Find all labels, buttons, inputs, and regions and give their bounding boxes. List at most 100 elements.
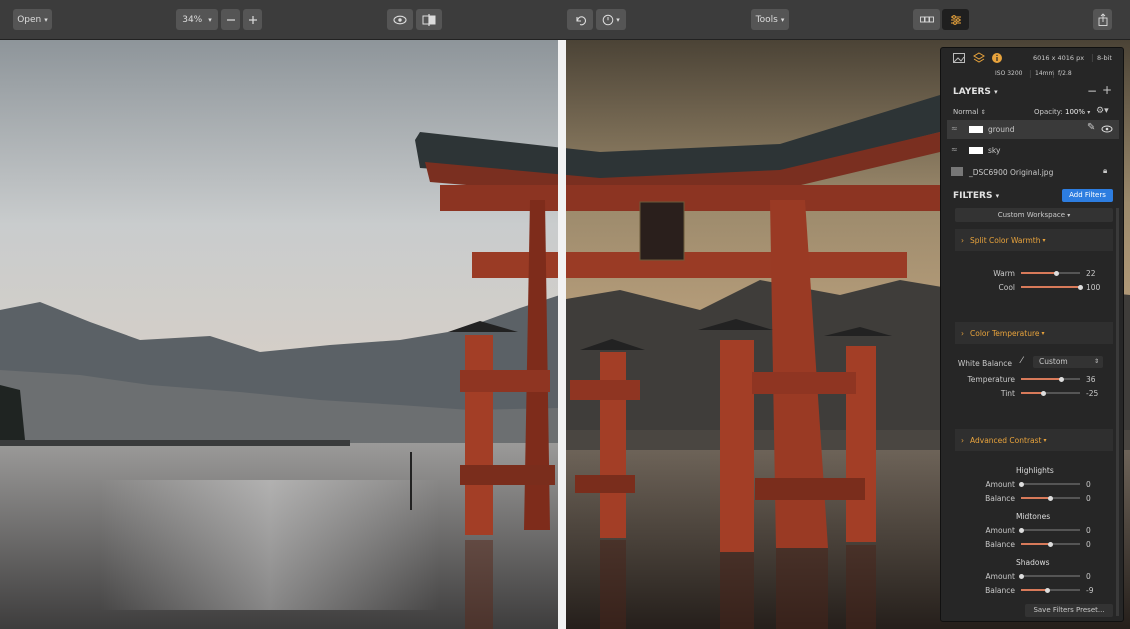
slider-value: 0 <box>1086 480 1091 489</box>
slider-knob[interactable] <box>1040 390 1046 396</box>
filter-split-color-warmth[interactable]: › Split Color Warmth ▾ <box>955 229 1113 251</box>
slider-value: 36 <box>1086 375 1096 384</box>
layer-row-sky[interactable]: ≈ sky <box>947 141 1119 160</box>
slider-label: Amount <box>985 572 1015 581</box>
slider-track[interactable] <box>1021 390 1080 396</box>
slider-knob[interactable] <box>1058 376 1064 382</box>
layers-icon[interactable] <box>973 52 985 64</box>
open-label: Open <box>17 14 42 25</box>
slider-label: Amount <box>985 480 1015 489</box>
panel-scrollbar[interactable] <box>1116 208 1119 616</box>
lock-icon: 🔒︎ <box>1103 166 1108 175</box>
opacity-value: 100% <box>1065 108 1086 116</box>
slider-track[interactable] <box>1021 541 1080 547</box>
white-balance-label: White Balance <box>957 359 1012 368</box>
slider-knob[interactable] <box>1045 587 1051 593</box>
slider-track[interactable] <box>1021 495 1080 501</box>
compare-divider[interactable] <box>558 40 566 629</box>
layers-title: LAYERS <box>953 87 991 97</box>
slider-track[interactable] <box>1018 527 1080 533</box>
share-button[interactable] <box>1093 9 1112 30</box>
slider-knob[interactable] <box>1077 284 1083 290</box>
bit-depth: 8-bit <box>1097 54 1112 62</box>
add-filters-button[interactable]: Add Filters <box>1062 189 1113 202</box>
aperture: f/2.8 <box>1058 70 1072 77</box>
slider-track[interactable] <box>1021 270 1080 276</box>
slider-value: 0 <box>1086 572 1091 581</box>
chevron-down-icon: ▾ <box>208 15 212 24</box>
workspace-select[interactable]: Custom Workspace ▾ <box>955 208 1113 222</box>
image-icon[interactable] <box>953 53 965 63</box>
layers-header[interactable]: LAYERS ▾ <box>953 87 998 97</box>
layer-adjust-icon: ≈ <box>951 145 958 154</box>
zoom-dropdown[interactable]: 34% ▾ <box>176 9 218 30</box>
layer-row-ground[interactable]: ≈ ground ✎ <box>947 120 1119 139</box>
browser-view-button[interactable] <box>913 9 940 30</box>
slider-knob[interactable] <box>1048 495 1053 501</box>
zoom-out-button[interactable] <box>221 9 240 30</box>
filter-title: Color Temperature <box>970 328 1040 338</box>
slider-knob[interactable] <box>1018 481 1024 487</box>
image-dimensions: 6016 x 4016 px <box>1033 54 1085 62</box>
tools-dropdown[interactable]: Tools ▾ <box>751 9 789 30</box>
slider-value: 0 <box>1086 526 1091 535</box>
filter-color-temperature[interactable]: › Color Temperature ▾ <box>955 322 1113 344</box>
blend-mode-select[interactable]: Normal ⇕ <box>953 108 986 116</box>
sliders-icon <box>950 14 961 25</box>
slider-fill <box>1021 543 1051 545</box>
info-icon[interactable] <box>991 52 1003 64</box>
chevron-down-icon: ▾ <box>1043 436 1047 444</box>
chevron-down-icon: ▾ <box>780 15 785 24</box>
preview-button[interactable] <box>387 9 413 30</box>
undo-button[interactable] <box>567 9 593 30</box>
slider-value: 0 <box>1086 494 1091 503</box>
divider: | <box>1029 69 1032 78</box>
history-button[interactable]: ▾ <box>596 9 626 30</box>
zoom-in-button[interactable] <box>243 9 262 30</box>
layer-mask-thumbnail <box>969 126 983 133</box>
chevron-down-icon: ▾ <box>1087 109 1091 116</box>
layer-row-original[interactable]: _DSC6900 Original.jpg 🔒︎ <box>947 163 1119 182</box>
slider-fill <box>1021 378 1062 380</box>
layer-name: _DSC6900 Original.jpg <box>969 168 1054 177</box>
compare-button[interactable] <box>416 9 442 30</box>
slider-knob[interactable] <box>1048 541 1053 547</box>
grid-icon <box>919 16 934 22</box>
white-balance-select[interactable]: Custom ⇕ <box>1033 356 1103 368</box>
contrast-group-title: Midtones <box>1016 512 1051 521</box>
slider-track[interactable] <box>1021 587 1080 593</box>
divider: | <box>1091 53 1094 62</box>
slider-track[interactable] <box>1021 376 1080 382</box>
remove-layer-button[interactable]: − <box>1087 84 1097 98</box>
undo-icon <box>576 15 586 25</box>
chevron-right-icon: › <box>961 235 964 245</box>
slider-knob[interactable] <box>1054 270 1060 276</box>
filter-advanced-contrast[interactable]: › Advanced Contrast ▾ <box>955 429 1113 451</box>
chevron-right-icon: › <box>961 435 964 445</box>
filters-header[interactable]: FILTERS ▾ <box>953 191 999 201</box>
opacity-control[interactable]: Opacity: 100% ▾ <box>1034 108 1090 116</box>
slider-fill <box>1021 286 1080 288</box>
slider-track[interactable] <box>1021 284 1083 290</box>
slider-value: 0 <box>1086 540 1091 549</box>
add-layer-button[interactable]: + <box>1102 83 1112 97</box>
split-view-icon <box>422 13 436 26</box>
adjustments-button[interactable] <box>942 9 969 30</box>
open-button[interactable]: Open ▾ <box>13 9 52 30</box>
chevron-down-icon: ▾ <box>616 15 620 24</box>
brush-icon[interactable]: ✎ <box>1087 122 1095 133</box>
slider-track[interactable] <box>1018 481 1080 487</box>
save-filters-preset-button[interactable]: Save Filters Preset... <box>1025 604 1113 617</box>
slider-value: -25 <box>1086 389 1099 398</box>
slider-track[interactable] <box>1018 573 1080 579</box>
chevron-down-icon: ▾ <box>1067 212 1071 219</box>
slider-label: Balance <box>985 494 1015 503</box>
filter-title: Split Color Warmth <box>970 235 1041 245</box>
slider-knob[interactable] <box>1018 573 1024 579</box>
slider-fill <box>1021 272 1057 274</box>
eyedropper-icon[interactable]: ⁄ <box>1021 356 1023 366</box>
slider-knob[interactable] <box>1018 527 1024 533</box>
eye-icon[interactable] <box>1101 125 1113 133</box>
gear-icon[interactable]: ⚙▾ <box>1096 106 1109 116</box>
slider-label: Balance <box>985 586 1015 595</box>
